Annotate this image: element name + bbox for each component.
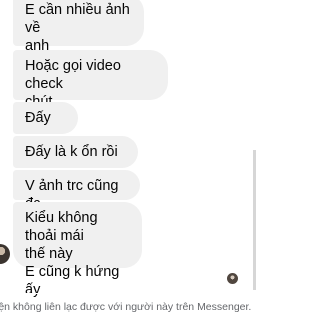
message-bubble[interactable]: Đấy là k ổn rồi bbox=[13, 136, 138, 168]
seen-receipt-avatar bbox=[226, 272, 239, 285]
message-bubble[interactable]: V ảnh trc cũng đc bbox=[13, 170, 140, 212]
divider bbox=[0, 293, 256, 294]
sender-avatar[interactable] bbox=[0, 244, 10, 264]
message-bubble[interactable]: Đấy bbox=[13, 102, 78, 134]
message-bubble[interactable]: Hoặc gọi video check chút bbox=[13, 50, 168, 110]
message-bubble[interactable]: Kiểu không thoải mái thế này E cũng k hứ… bbox=[13, 202, 142, 298]
message-bubble[interactable]: E cần nhiều ảnh về anh bbox=[13, 0, 144, 54]
message-thread: E cần nhiều ảnh về anh Hoặc gọi video ch… bbox=[0, 0, 256, 325]
unreachable-notice: iện không liên lạc được với người này tr… bbox=[0, 301, 252, 313]
scrollbar[interactable] bbox=[253, 150, 256, 290]
